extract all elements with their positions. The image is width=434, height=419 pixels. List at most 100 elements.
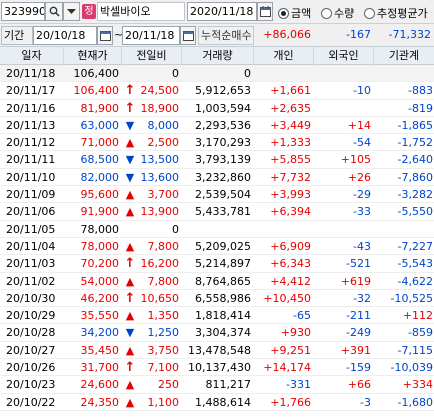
change-direction-icon: ▼ <box>125 153 135 167</box>
header-change[interactable]: 전일비 <box>122 47 182 65</box>
change-cell: 7,100 <box>147 361 180 375</box>
table-row[interactable]: 20/11/17 106,400 ↑ 24,500 5,912,653 +1,661 -10… <box>0 82 434 100</box>
individual-cell: +7,732 <box>270 170 311 184</box>
radio-avg-price-label: 추정평균가 <box>377 7 428 20</box>
radio-quantity[interactable]: 수량 <box>321 5 354 21</box>
individual-cell: +4,412 <box>270 274 311 288</box>
stock-name-field: 박셀바이오 <box>97 2 185 21</box>
table-row[interactable]: 20/11/10 82,000 ▼ 13,600 3,232,860 +7,732 +26 -… <box>0 169 434 187</box>
date-field[interactable]: 2020/11/18 <box>187 2 257 21</box>
table-row[interactable]: 20/11/02 54,000 ▲ 7,800 8,764,865 +4,412 +619 -… <box>0 273 434 290</box>
table-row[interactable]: 20/10/29 35,550 ▲ 1,350 1,818,414 -65 -211 +112 <box>0 307 434 325</box>
change-direction-icon: ▲ <box>125 309 135 323</box>
foreign-cell: -211 <box>346 309 371 323</box>
institution-cell: -10,525 <box>390 291 433 305</box>
table-row[interactable]: 20/11/06 91,900 ▲ 13,900 5,433,781 +6,394 -33 -… <box>0 203 434 221</box>
date-cell: 20/10/22 <box>6 395 56 409</box>
date-cell: 20/11/06 <box>6 205 56 219</box>
institution-cell: -3,282 <box>397 188 433 202</box>
institution-cell: -859 <box>408 326 433 340</box>
individual-cell: -331 <box>286 378 311 392</box>
price-cell: 35,550 <box>80 309 120 323</box>
date-cell: 20/11/04 <box>6 239 56 253</box>
table-row[interactable]: 20/11/05 78,000 0 <box>0 221 434 238</box>
header-volume[interactable]: 거래량 <box>182 47 254 65</box>
volume-cell: 811,217 <box>205 378 252 392</box>
institution-cell: -7,227 <box>397 239 433 253</box>
institution-cell: -1,865 <box>397 118 433 132</box>
individual-cell: -65 <box>293 309 311 323</box>
change-direction-icon: ▲ <box>125 378 135 392</box>
volume-cell: 10,137,430 <box>188 361 251 375</box>
table-row[interactable]: 20/11/04 78,000 ▲ 7,800 5,209,025 +6,909 -43 -7… <box>0 238 434 256</box>
change-direction-icon <box>122 221 138 238</box>
radio-amount[interactable]: 금액 <box>278 5 311 21</box>
foreign-cell: -159 <box>346 361 371 375</box>
price-cell: 68,500 <box>80 153 120 167</box>
volume-cell: 5,433,781 <box>195 205 251 219</box>
header-institution[interactable]: 기관계 <box>374 47 434 65</box>
institution-cell: -1,680 <box>397 395 433 409</box>
change-cell: 7,800 <box>147 239 180 253</box>
chevron-down-icon <box>67 9 76 14</box>
table-row[interactable]: 20/10/30 46,200 ↑ 10,650 6,558,986 +10,450 -32… <box>0 290 434 308</box>
header-individual[interactable]: 개인 <box>254 47 314 65</box>
header-date[interactable]: 일자 <box>0 47 64 65</box>
radio-avg-price[interactable]: 추정평균가 <box>364 5 428 21</box>
date-cell: 20/10/29 <box>6 309 56 323</box>
header-foreign[interactable]: 외국인 <box>314 47 374 65</box>
period-label: 기간 <box>1 26 33 45</box>
sum-foreign: -167 <box>346 28 371 41</box>
table-row[interactable]: 20/11/09 95,600 ▲ 3,700 2,539,504 +3,993 -29 -3… <box>0 186 434 204</box>
header-price[interactable]: 현재가 <box>64 47 122 65</box>
table-row[interactable]: 20/11/12 71,000 ▲ 2,500 3,170,293 +1,333 -54 -1… <box>0 134 434 152</box>
table-row[interactable]: 20/10/27 35,450 ▲ 3,750 13,478,548 +9,251 +391… <box>0 342 434 360</box>
price-cell: 78,000 <box>80 222 120 236</box>
institution-cell: +334 <box>402 378 433 392</box>
change-cell: 10,650 <box>140 291 180 305</box>
volume-cell: 5,209,025 <box>195 239 251 253</box>
table-row[interactable]: 20/11/03 70,200 ↑ 16,200 5,214,897 +6,343 -521… <box>0 255 434 273</box>
table-row[interactable]: 20/10/26 31,700 ↑ 7,100 10,137,430 +14,174 -15… <box>0 359 434 377</box>
table-row[interactable]: 20/11/18 106,400 0 0 <box>0 65 434 83</box>
price-cell: 63,000 <box>80 118 120 132</box>
individual-cell: +3,449 <box>270 118 311 132</box>
calendar-button[interactable] <box>257 2 273 21</box>
investor-trading-table: 일자 현재가 전일비 거래량 개인 외국인 기관계 20/11/18 106,40… <box>0 46 434 411</box>
period-from-field[interactable]: 20/10/18 <box>33 26 97 45</box>
table-row[interactable]: 20/11/11 68,500 ▼ 13,500 3,793,139 +5,855 +105… <box>0 151 434 169</box>
foreign-cell: -249 <box>346 326 371 340</box>
change-direction-icon: ↑ <box>124 256 136 272</box>
date-cell: 20/11/18 <box>6 67 56 80</box>
price-cell: 70,200 <box>80 257 120 271</box>
volume-cell: 1,818,414 <box>195 309 251 323</box>
price-cell: 46,200 <box>80 291 120 305</box>
change-cell: 1,350 <box>147 309 180 323</box>
period-to-field[interactable]: 20/11/18 <box>122 26 180 45</box>
stock-code-field[interactable]: 323990 <box>1 2 45 21</box>
calendar-icon <box>182 31 194 41</box>
price-cell: 35,450 <box>80 343 120 357</box>
stock-list-button[interactable] <box>63 2 80 21</box>
foreign-cell: -521 <box>346 257 371 271</box>
change-direction-icon: ▲ <box>125 188 135 202</box>
individual-cell: +930 <box>280 326 311 340</box>
date-cell: 20/10/26 <box>6 361 56 375</box>
institution-cell: -7,115 <box>397 343 433 357</box>
code-search-button[interactable] <box>45 2 63 21</box>
search-icon <box>49 6 60 17</box>
foreign-cell: +619 <box>340 274 371 288</box>
table-row[interactable]: 20/11/16 81,900 ↑ 18,900 1,003,594 +2,635 -819 <box>0 100 434 117</box>
price-cell: 24,350 <box>80 395 120 409</box>
change-direction-icon: ▲ <box>125 239 135 253</box>
radio-dot-icon <box>321 7 332 19</box>
change-direction-icon: ▲ <box>125 136 135 150</box>
table-row[interactable]: 20/11/13 63,000 ▼ 8,000 2,293,536 +3,449 +14 -1… <box>0 117 434 135</box>
calendar-icon <box>259 6 271 17</box>
table-row[interactable]: 20/10/23 24,600 ▲ 250 811,217 -331 +66 +334 <box>0 376 434 394</box>
table-row[interactable]: 20/10/28 34,200 ▼ 1,250 3,304,374 +930 -249 -85… <box>0 324 434 342</box>
from-calendar-button[interactable] <box>97 26 113 45</box>
change-cell: 7,800 <box>147 274 180 288</box>
table-row[interactable]: 20/10/22 24,350 ▲ 1,100 1,488,614 +1,766 -3 -1,… <box>0 394 434 411</box>
to-calendar-button[interactable] <box>180 26 196 45</box>
